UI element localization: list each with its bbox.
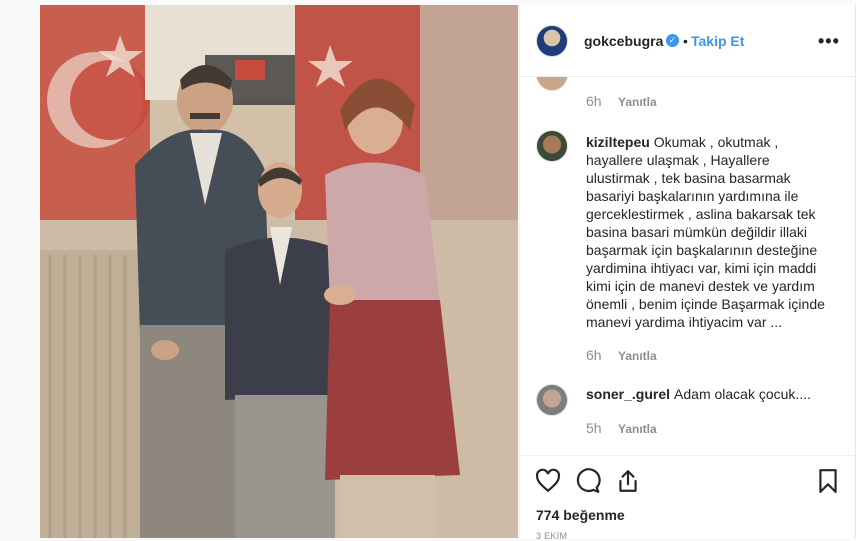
reply-button[interactable]: Yanıtla: [618, 349, 657, 363]
header-separator: •: [683, 33, 688, 49]
commenter-username[interactable]: soner_.gurel: [586, 386, 670, 402]
post-actions: 774 beğenme 3 EKİM: [520, 455, 855, 541]
reply-button[interactable]: Yanıtla: [618, 95, 657, 109]
post-side-panel: gokcebugra ✓ • Takip Et ••• 6h Yanıtla k…: [519, 5, 856, 541]
commenter-avatar[interactable]: [536, 130, 568, 162]
follow-button[interactable]: Takip Et: [691, 33, 744, 49]
comment-time: 5h: [586, 420, 602, 436]
post-photo[interactable]: [40, 5, 518, 538]
comments-list[interactable]: 6h Yanıtla kiziltepeu Okumak , okutmak , …: [520, 77, 855, 455]
comment-bubble-icon[interactable]: [575, 468, 601, 494]
comment-text: Adam olacak çocuk....: [674, 386, 811, 402]
verified-badge-icon: ✓: [666, 34, 679, 47]
share-icon[interactable]: [615, 468, 641, 494]
post-date[interactable]: 3 EKİM: [536, 531, 567, 541]
comment-body: soner_.gurel Adam olacak çocuk....: [586, 385, 836, 403]
comment-time: 6h: [586, 93, 602, 109]
commenter-username[interactable]: kiziltepeu: [586, 134, 650, 150]
more-options-icon[interactable]: •••: [818, 31, 840, 52]
comment-body: kiziltepeu Okumak , okutmak , hayallere u…: [586, 133, 836, 331]
family-photo-image: [40, 5, 518, 538]
commenter-avatar[interactable]: [536, 384, 568, 416]
author-username[interactable]: gokcebugra: [584, 33, 663, 49]
commenter-avatar[interactable]: [536, 77, 568, 91]
reply-button[interactable]: Yanıtla: [618, 422, 657, 436]
bookmark-icon[interactable]: [815, 468, 841, 494]
comment-text: Okumak , okutmak , hayallere ulaşmak , H…: [586, 134, 825, 330]
post-header: gokcebugra ✓ • Takip Et •••: [520, 5, 855, 77]
author-avatar[interactable]: [536, 25, 568, 57]
heart-icon[interactable]: [535, 468, 561, 494]
likes-count[interactable]: 774 beğenme: [536, 507, 625, 523]
comment-time: 6h: [586, 347, 602, 363]
